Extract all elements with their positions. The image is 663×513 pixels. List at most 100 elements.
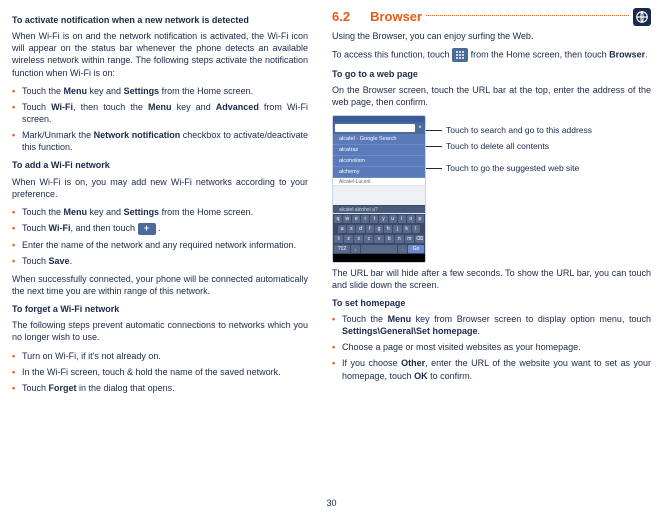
suggestion-row: alchemy — [333, 167, 425, 178]
key-row: asdfghjkl — [333, 224, 425, 234]
list-item: Touch Wi-Fi, and then touch . — [12, 222, 308, 235]
list-item: Touch Wi-Fi, then touch the Menu key and… — [12, 101, 308, 125]
chapter-title: Browser — [370, 8, 422, 26]
url-bar: × — [333, 122, 425, 134]
list-item: Touch Forget in the dialog that opens. — [12, 382, 308, 394]
para-add-wifi: When Wi-Fi is on, you may add new Wi-Fi … — [12, 176, 308, 200]
list-item: Turn on Wi-Fi, if it's not already on. — [12, 350, 308, 362]
chapter-number: 6.2 — [332, 8, 350, 26]
callout-3: Touch to go the suggested web site — [426, 163, 579, 174]
key: f — [366, 225, 374, 233]
key: y — [379, 215, 387, 223]
text: in the dialog that opens. — [77, 383, 175, 393]
phone-screenshot: × alcatel - Google Search alcatraz alcoh… — [332, 115, 426, 263]
text: Touch — [22, 223, 49, 233]
text: Wi-Fi — [49, 223, 71, 233]
list-item: Touch the Menu key and Settings from the… — [12, 206, 308, 218]
key: . — [398, 245, 407, 253]
list-item: Touch the Menu key and Settings from the… — [12, 85, 308, 97]
key: h — [384, 225, 392, 233]
para-urlbar-hide: The URL bar will hide after a few second… — [332, 267, 651, 291]
key: o — [407, 215, 415, 223]
bullet-list-3: Turn on Wi-Fi, if it's not already on. I… — [12, 350, 308, 394]
key-row: ?12 , . Go — [333, 244, 425, 254]
key: q — [334, 215, 342, 223]
text: from the Home screen, then touch — [468, 50, 609, 60]
text: Touch — [22, 383, 49, 393]
sub-suggestion: Alcatel-Lucent — [333, 178, 425, 186]
chapter-dots — [426, 15, 629, 16]
key: c — [364, 235, 373, 243]
key: ⌫ — [415, 235, 424, 243]
text: Save — [49, 256, 70, 266]
list-item: Choose a page or most visited websites a… — [332, 341, 651, 353]
list-item: Enter the name of the network and any re… — [12, 239, 308, 251]
text: Menu — [64, 86, 88, 96]
callout-text: Touch to delete all contents — [446, 141, 549, 152]
text: Wi-Fi — [51, 102, 73, 112]
list-item: Touch Save. — [12, 255, 308, 267]
text: Touch — [22, 102, 51, 112]
text: If you choose — [342, 358, 401, 368]
key: i — [398, 215, 406, 223]
list-item: If you choose Other, enter the URL of th… — [332, 357, 651, 381]
globe-icon — [633, 8, 651, 26]
key: ?12 — [334, 245, 350, 253]
apps-icon — [452, 48, 468, 62]
key: t — [370, 215, 378, 223]
text: Menu — [64, 207, 88, 217]
text: Settings\General\Set homepage — [342, 326, 478, 336]
screenshot-with-callouts: × alcatel - Google Search alcatraz alcoh… — [332, 115, 651, 263]
suggestion-row: alcoholism — [333, 156, 425, 167]
text: from the Home screen. — [159, 207, 253, 217]
text: Touch — [22, 256, 49, 266]
key-space — [361, 245, 398, 253]
heading-activate-notification: To activate notification when a new netw… — [12, 14, 308, 26]
text: Touch the — [342, 314, 388, 324]
text: key and — [171, 102, 215, 112]
text: Forget — [49, 383, 77, 393]
key: u — [389, 215, 397, 223]
text: To access this function, touch — [332, 50, 452, 60]
chapter-heading: 6.2 Browser — [332, 8, 651, 26]
key: b — [385, 235, 394, 243]
text: , and then touch — [70, 223, 137, 233]
text: OK — [414, 371, 428, 381]
heading-add-wifi: To add a Wi-Fi network — [12, 159, 308, 171]
text: . — [156, 223, 161, 233]
right-column: 6.2 Browser Using the Browser, you can e… — [320, 0, 663, 513]
key: z — [344, 235, 353, 243]
key: , — [351, 245, 360, 253]
heading-forget-wifi: To forget a Wi-Fi network — [12, 303, 308, 315]
text: Advanced — [216, 102, 259, 112]
key: g — [375, 225, 383, 233]
suggestion-row: alcatraz — [333, 145, 425, 156]
para-browser-access: To access this function, touch from the … — [332, 48, 651, 62]
text: Other — [401, 358, 425, 368]
nav-bar — [333, 254, 425, 262]
heading-set-homepage: To set homepage — [332, 297, 651, 309]
para-urlbar-desc: On the Browser screen, touch the URL bar… — [332, 84, 651, 108]
key-row: ⇧zxcvbnm⌫ — [333, 234, 425, 244]
heading-go-to-page: To go to a web page — [332, 68, 651, 80]
key: w — [343, 215, 351, 223]
text: Browser — [609, 50, 645, 60]
text: . — [645, 50, 648, 60]
clear-icon: × — [417, 125, 423, 131]
para-activate-desc: When Wi-Fi is on and the network notific… — [12, 30, 308, 79]
key: s — [347, 225, 355, 233]
para-connected: When successfully connected, your phone … — [12, 273, 308, 297]
key: n — [395, 235, 404, 243]
text: Touch the — [22, 207, 64, 217]
text: Settings — [124, 207, 160, 217]
key: ⇧ — [334, 235, 343, 243]
suggestion-row: alcatel - Google Search — [333, 134, 425, 145]
key: x — [354, 235, 363, 243]
list-item: Touch the Menu key from Browser screen t… — [332, 313, 651, 337]
text: , then touch the — [73, 102, 148, 112]
key: d — [356, 225, 364, 233]
key: v — [374, 235, 383, 243]
key: k — [403, 225, 411, 233]
callout-text: Touch to go the suggested web site — [446, 163, 579, 174]
left-column: To activate notification when a new netw… — [0, 0, 320, 513]
